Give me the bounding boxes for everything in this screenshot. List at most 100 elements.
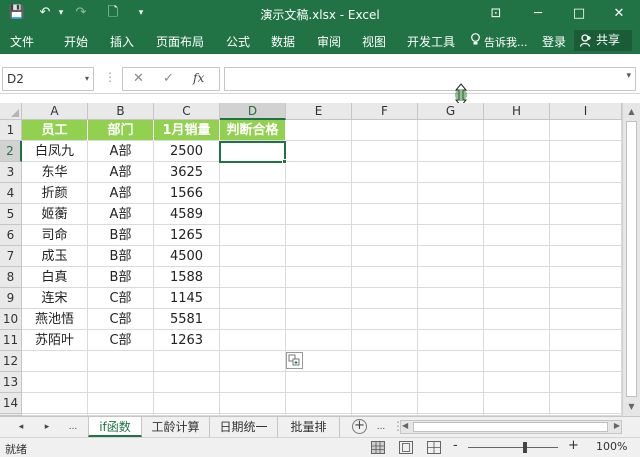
column-header-h[interactable]: H bbox=[484, 103, 550, 120]
empty-cell[interactable] bbox=[418, 162, 484, 183]
empty-cell[interactable] bbox=[550, 183, 622, 204]
empty-cell[interactable] bbox=[484, 330, 550, 351]
table-cell[interactable] bbox=[220, 246, 286, 267]
header-cell[interactable]: 员工 bbox=[22, 120, 88, 141]
row-header[interactable]: 13 bbox=[0, 372, 22, 393]
table-cell[interactable]: 司命 bbox=[22, 225, 88, 246]
table-cell[interactable]: 2500 bbox=[154, 141, 220, 162]
empty-cell[interactable] bbox=[418, 120, 484, 141]
table-cell[interactable] bbox=[220, 162, 286, 183]
tab-insert[interactable]: 插入 bbox=[110, 33, 134, 50]
empty-cell[interactable] bbox=[484, 120, 550, 141]
row-header[interactable]: 14 bbox=[0, 393, 22, 414]
empty-cell[interactable] bbox=[352, 372, 418, 393]
minimize-button[interactable]: ─ bbox=[522, 0, 554, 27]
empty-cell[interactable] bbox=[418, 225, 484, 246]
tab-data[interactable]: 数据 bbox=[271, 33, 295, 50]
empty-cell[interactable] bbox=[418, 309, 484, 330]
tab-developer[interactable]: 开发工具 bbox=[407, 33, 455, 50]
empty-cell[interactable] bbox=[484, 372, 550, 393]
tab-formulas[interactable]: 公式 bbox=[226, 33, 250, 50]
table-cell[interactable]: 3625 bbox=[154, 162, 220, 183]
sheet-tab-batch[interactable]: 批量排 bbox=[278, 417, 340, 437]
tab-review[interactable]: 审阅 bbox=[317, 33, 341, 50]
empty-cell[interactable] bbox=[286, 225, 352, 246]
zoom-slider[interactable] bbox=[468, 447, 558, 448]
fill-handle[interactable] bbox=[282, 159, 287, 164]
insert-function-icon[interactable]: fx bbox=[193, 71, 204, 85]
empty-cell[interactable] bbox=[88, 351, 154, 372]
table-cell[interactable]: 姬蘅 bbox=[22, 204, 88, 225]
table-cell[interactable]: C部 bbox=[88, 330, 154, 351]
empty-cell[interactable] bbox=[352, 351, 418, 372]
page-layout-view-icon[interactable] bbox=[399, 441, 413, 454]
scroll-left-icon[interactable]: ◀ bbox=[402, 421, 408, 430]
empty-cell[interactable] bbox=[550, 225, 622, 246]
column-header-e[interactable]: E bbox=[286, 103, 352, 120]
empty-cell[interactable] bbox=[550, 162, 622, 183]
row-header[interactable]: 2 bbox=[0, 141, 22, 162]
empty-cell[interactable] bbox=[352, 120, 418, 141]
table-cell[interactable]: A部 bbox=[88, 141, 154, 162]
sheet-tab-date[interactable]: 日期统一 bbox=[210, 417, 278, 437]
expand-formula-bar-icon[interactable]: ▾ bbox=[626, 71, 631, 81]
empty-cell[interactable] bbox=[88, 393, 154, 414]
table-cell[interactable] bbox=[220, 288, 286, 309]
empty-cell[interactable] bbox=[418, 351, 484, 372]
row-header[interactable]: 12 bbox=[0, 351, 22, 372]
empty-cell[interactable] bbox=[286, 393, 352, 414]
table-cell[interactable]: 东华 bbox=[22, 162, 88, 183]
empty-cell[interactable] bbox=[484, 225, 550, 246]
table-cell[interactable]: 燕池悟 bbox=[22, 309, 88, 330]
empty-cell[interactable] bbox=[550, 393, 622, 414]
empty-cell[interactable] bbox=[154, 372, 220, 393]
table-cell[interactable]: 4500 bbox=[154, 246, 220, 267]
normal-view-icon[interactable] bbox=[371, 441, 385, 454]
empty-cell[interactable] bbox=[286, 204, 352, 225]
add-sheet-button[interactable]: + bbox=[352, 419, 367, 434]
maximize-button[interactable]: □ bbox=[563, 0, 595, 27]
empty-cell[interactable] bbox=[22, 372, 88, 393]
vertical-scrollbar[interactable]: ▲ ▼ bbox=[622, 103, 640, 416]
sign-in-link[interactable]: 登录 bbox=[542, 33, 566, 50]
column-header-d[interactable]: D bbox=[220, 103, 286, 120]
selected-cell-d2[interactable] bbox=[219, 141, 286, 163]
empty-cell[interactable] bbox=[88, 372, 154, 393]
empty-cell[interactable] bbox=[550, 372, 622, 393]
table-cell[interactable]: 成玉 bbox=[22, 246, 88, 267]
row-header[interactable]: 6 bbox=[0, 225, 22, 246]
row-header[interactable]: 5 bbox=[0, 204, 22, 225]
ribbon-display-icon[interactable]: ⊡ bbox=[480, 0, 512, 27]
empty-cell[interactable] bbox=[286, 246, 352, 267]
table-cell[interactable]: 白凤九 bbox=[22, 141, 88, 162]
tab-home[interactable]: 开始 bbox=[64, 33, 88, 50]
empty-cell[interactable] bbox=[484, 246, 550, 267]
zoom-out-button[interactable]: - bbox=[453, 438, 458, 453]
empty-cell[interactable] bbox=[22, 393, 88, 414]
table-cell[interactable]: 1263 bbox=[154, 330, 220, 351]
table-cell[interactable] bbox=[220, 183, 286, 204]
empty-cell[interactable] bbox=[352, 141, 418, 162]
more-sheets-right[interactable]: ... bbox=[374, 420, 388, 434]
table-cell[interactable]: 1265 bbox=[154, 225, 220, 246]
select-all-corner[interactable] bbox=[0, 103, 22, 120]
table-cell[interactable]: A部 bbox=[88, 183, 154, 204]
empty-cell[interactable] bbox=[484, 141, 550, 162]
empty-cell[interactable] bbox=[418, 393, 484, 414]
column-header-f[interactable]: F bbox=[352, 103, 418, 120]
name-box[interactable]: D2 ▾ bbox=[2, 67, 94, 91]
empty-cell[interactable] bbox=[550, 309, 622, 330]
empty-cell[interactable] bbox=[550, 246, 622, 267]
empty-cell[interactable] bbox=[220, 393, 286, 414]
zoom-slider-thumb[interactable] bbox=[523, 442, 527, 453]
lightbulb-icon[interactable] bbox=[470, 33, 481, 49]
table-cell[interactable]: B部 bbox=[88, 225, 154, 246]
empty-cell[interactable] bbox=[418, 288, 484, 309]
empty-cell[interactable] bbox=[550, 351, 622, 372]
horizontal-scroll-thumb[interactable] bbox=[413, 422, 608, 432]
row-header[interactable]: 7 bbox=[0, 246, 22, 267]
empty-cell[interactable] bbox=[484, 288, 550, 309]
empty-cell[interactable] bbox=[418, 372, 484, 393]
empty-cell[interactable] bbox=[352, 309, 418, 330]
table-cell[interactable]: 白真 bbox=[22, 267, 88, 288]
